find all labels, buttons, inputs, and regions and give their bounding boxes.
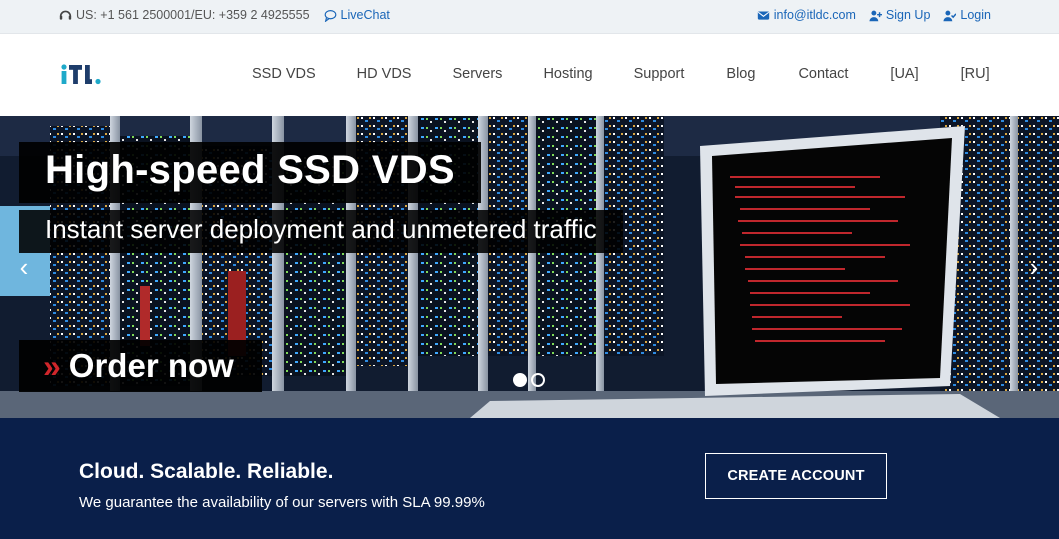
login-link[interactable]: Login	[943, 8, 991, 22]
slider-dot-2[interactable]	[531, 373, 545, 387]
chevron-right-icon: ›	[1029, 252, 1039, 282]
user-plus-icon	[869, 10, 882, 21]
nav-ssd-vds[interactable]: SSD VDS	[252, 66, 316, 82]
order-now-button[interactable]: » Order now	[19, 340, 262, 392]
banner-title: Cloud. Scalable. Reliable.	[79, 460, 334, 483]
nav-contact[interactable]: Contact	[798, 66, 848, 82]
double-chevron-right-icon: »	[43, 347, 61, 384]
hero-slider: High-speed SSD VDS Instant server deploy…	[0, 116, 1059, 418]
signup-link[interactable]: Sign Up	[869, 8, 930, 22]
envelope-icon	[757, 10, 769, 20]
nav-hosting[interactable]: Hosting	[543, 66, 592, 82]
phone-item: US: +1 561 2500001/EU: +359 2 4925555	[59, 8, 310, 22]
nav-blog[interactable]: Blog	[726, 66, 755, 82]
slider-next-arrow[interactable]: ›	[1021, 252, 1047, 282]
headset-icon	[59, 10, 72, 20]
slider-dot-1[interactable]	[513, 373, 527, 387]
hero-headline: High-speed SSD VDS	[19, 142, 481, 203]
login-label: Login	[960, 8, 991, 22]
livechat-label: LiveChat	[340, 8, 390, 22]
main-header: SSD VDS HD VDS Servers Hosting Support B…	[0, 34, 1059, 116]
slider-pagination	[513, 373, 545, 387]
chat-bubble-icon	[324, 9, 336, 22]
contact-info: US: +1 561 2500001/EU: +359 2 4925555 Li…	[59, 8, 390, 22]
order-now-label: Order now	[68, 347, 234, 384]
signup-label: Sign Up	[885, 8, 931, 22]
nav-lang-ua[interactable]: [UA]	[890, 66, 918, 82]
livechat-link[interactable]: LiveChat	[324, 8, 390, 22]
email-label: info@itldc.com	[773, 8, 856, 22]
nav-hd-vds[interactable]: HD VDS	[357, 66, 412, 82]
account-links: info@itldc.com Sign Up Login	[757, 8, 991, 22]
hero-subline: Instant server deployment and unmetered …	[19, 210, 623, 253]
phone-numbers: US: +1 561 2500001/EU: +359 2 4925555	[76, 8, 310, 22]
banner-description: We guarantee the availability of our ser…	[79, 494, 485, 511]
nav-support[interactable]: Support	[634, 66, 685, 82]
nav-lang-ru[interactable]: [RU]	[961, 66, 990, 82]
chevron-left-icon: ‹	[19, 252, 29, 282]
slider-prev-arrow[interactable]: ‹	[11, 252, 37, 282]
main-nav: SSD VDS HD VDS Servers Hosting Support B…	[252, 66, 990, 82]
user-check-icon	[943, 10, 957, 21]
cta-banner: Cloud. Scalable. Reliable. We guarantee …	[0, 418, 1059, 539]
itl-logo[interactable]	[60, 61, 104, 87]
top-bar: US: +1 561 2500001/EU: +359 2 4925555 Li…	[0, 0, 1059, 34]
nav-servers[interactable]: Servers	[452, 66, 502, 82]
create-account-button[interactable]: CREATE ACCOUNT	[705, 453, 887, 499]
email-link[interactable]: info@itldc.com	[757, 8, 856, 22]
